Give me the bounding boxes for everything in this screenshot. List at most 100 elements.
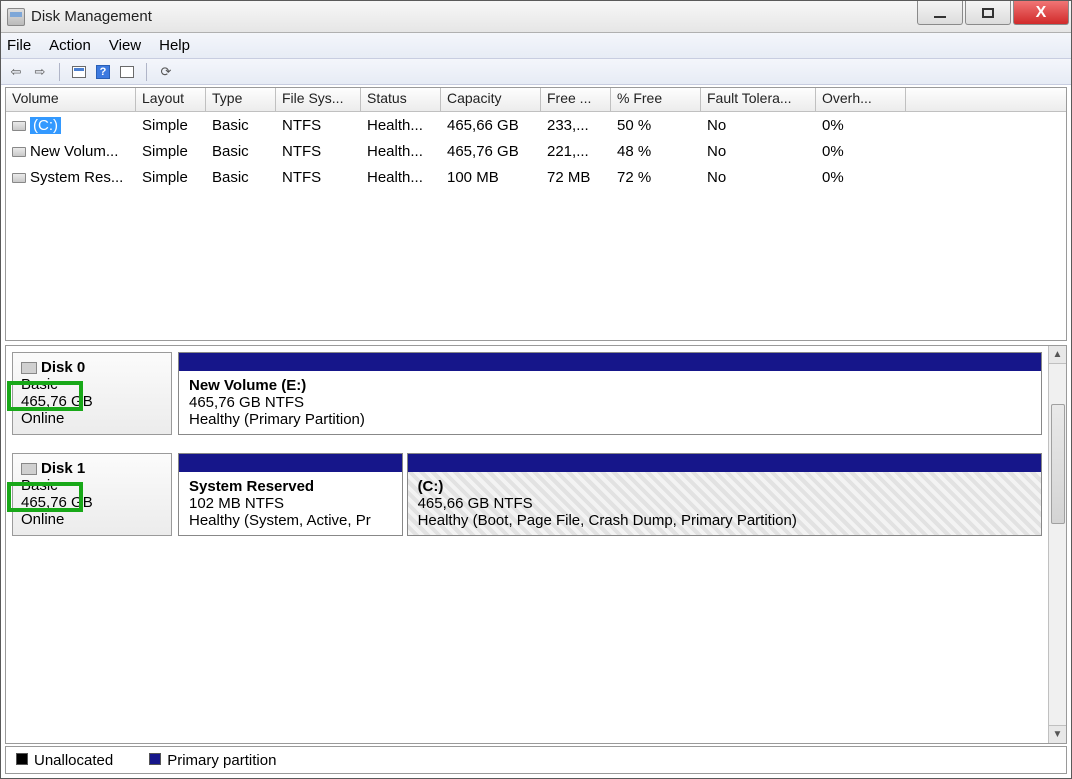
partition-area: New Volume (E:)465,76 GB NTFSHealthy (Pr…	[178, 352, 1042, 435]
cell-overhead: 0%	[816, 167, 906, 188]
partition-status: Healthy (Primary Partition)	[189, 411, 1031, 428]
menu-action[interactable]: Action	[49, 37, 91, 54]
cell-status: Health...	[361, 167, 441, 188]
disk-info[interactable]: Disk 0Basic465,76 GBOnline	[12, 352, 172, 435]
partition-status: Healthy (System, Active, Pr	[189, 512, 392, 529]
disk-type: Basic	[21, 477, 163, 494]
volume-icon	[12, 173, 26, 183]
box-icon	[120, 66, 134, 78]
close-button[interactable]: X	[1013, 1, 1069, 25]
volume-icon	[12, 121, 26, 131]
cell-volume: System Res...	[6, 167, 136, 188]
disk-info[interactable]: Disk 1Basic465,76 GBOnline	[12, 453, 172, 536]
cell-filesys: NTFS	[276, 167, 361, 188]
hdd-icon	[21, 362, 37, 374]
partition-color-bar	[408, 454, 1041, 472]
cell-fault: No	[701, 167, 816, 188]
settings-button[interactable]	[118, 63, 136, 81]
disk-type: Basic	[21, 376, 163, 393]
toolbar: ⇦ ⇨ ? ⟳	[1, 59, 1071, 85]
volume-rows: (C:)SimpleBasicNTFSHealth...465,66 GB233…	[6, 112, 1066, 190]
minimize-button[interactable]	[917, 1, 963, 25]
partition[interactable]: System Reserved102 MB NTFSHealthy (Syste…	[178, 453, 403, 536]
partition-title: New Volume (E:)	[189, 377, 1031, 394]
cell-capacity: 100 MB	[441, 167, 541, 188]
partition-status: Healthy (Boot, Page File, Crash Dump, Pr…	[418, 512, 1031, 529]
cell-volume: (C:)	[6, 115, 136, 136]
toolbar-separator	[146, 63, 147, 81]
forward-button[interactable]: ⇨	[31, 63, 49, 81]
col-overhead[interactable]: Overh...	[816, 88, 906, 111]
cell-capacity: 465,66 GB	[441, 115, 541, 136]
scroll-thumb[interactable]	[1051, 404, 1065, 524]
partition-area: System Reserved102 MB NTFSHealthy (Syste…	[178, 453, 1042, 536]
disk-block: Disk 1Basic465,76 GBOnlineSystem Reserve…	[12, 453, 1042, 536]
cell-filesys: NTFS	[276, 115, 361, 136]
disk-management-window: Disk Management X File Action View Help …	[0, 0, 1072, 779]
properties-button[interactable]	[70, 63, 88, 81]
cell-capacity: 465,76 GB	[441, 141, 541, 162]
box-icon	[72, 66, 86, 78]
partition-size: 465,76 GB NTFS	[189, 394, 1031, 411]
disk-blocks: Disk 0Basic465,76 GBOnlineNew Volume (E:…	[6, 346, 1048, 743]
cell-free: 233,...	[541, 115, 611, 136]
menubar: File Action View Help	[1, 33, 1071, 59]
col-volume[interactable]: Volume	[6, 88, 136, 111]
legend-pane: Unallocated Primary partition	[5, 746, 1067, 774]
disk-size: 465,76 GB	[21, 494, 163, 511]
menu-view[interactable]: View	[109, 37, 141, 54]
cell-type: Basic	[206, 167, 276, 188]
col-status[interactable]: Status	[361, 88, 441, 111]
disk-name: Disk 1	[21, 460, 163, 477]
vertical-scrollbar[interactable]: ▲ ▼	[1048, 346, 1066, 743]
swatch-unallocated-icon	[16, 753, 28, 765]
volume-name: (C:)	[30, 117, 61, 134]
partition-color-bar	[179, 454, 402, 472]
toolbar-separator	[59, 63, 60, 81]
legend-unallocated: Unallocated	[16, 752, 131, 769]
cell-layout: Simple	[136, 115, 206, 136]
maximize-icon	[982, 8, 994, 18]
refresh-button[interactable]: ⟳	[157, 63, 175, 81]
partition-body: New Volume (E:)465,76 GB NTFSHealthy (Pr…	[179, 371, 1041, 434]
cell-status: Health...	[361, 115, 441, 136]
disk-state: Online	[21, 511, 163, 528]
minimize-icon	[934, 16, 946, 18]
col-filesys[interactable]: File Sys...	[276, 88, 361, 111]
partition[interactable]: (C:)465,66 GB NTFSHealthy (Boot, Page Fi…	[407, 453, 1042, 536]
cell-overhead: 0%	[816, 141, 906, 162]
partition-size: 102 MB NTFS	[189, 495, 392, 512]
maximize-button[interactable]	[965, 1, 1011, 25]
graphical-pane: Disk 0Basic465,76 GBOnlineNew Volume (E:…	[5, 345, 1067, 744]
disk-size: 465,76 GB	[21, 393, 163, 410]
disk-block: Disk 0Basic465,76 GBOnlineNew Volume (E:…	[12, 352, 1042, 435]
menu-help[interactable]: Help	[159, 37, 190, 54]
titlebar: Disk Management X	[1, 1, 1071, 33]
col-layout[interactable]: Layout	[136, 88, 206, 111]
cell-pfree: 48 %	[611, 141, 701, 162]
volume-row[interactable]: System Res...SimpleBasicNTFSHealth...100…	[6, 164, 1066, 190]
scroll-up-icon[interactable]: ▲	[1049, 346, 1066, 364]
volume-list-pane: Volume Layout Type File Sys... Status Ca…	[5, 87, 1067, 341]
help-button[interactable]: ?	[94, 63, 112, 81]
volume-row[interactable]: (C:)SimpleBasicNTFSHealth...465,66 GB233…	[6, 112, 1066, 138]
volume-name: New Volum...	[30, 143, 118, 160]
col-capacity[interactable]: Capacity	[441, 88, 541, 111]
volume-row[interactable]: New Volum...SimpleBasicNTFSHealth...465,…	[6, 138, 1066, 164]
col-free[interactable]: Free ...	[541, 88, 611, 111]
scroll-down-icon[interactable]: ▼	[1049, 725, 1066, 743]
partition[interactable]: New Volume (E:)465,76 GB NTFSHealthy (Pr…	[178, 352, 1042, 435]
legend-primary: Primary partition	[149, 752, 294, 769]
cell-fault: No	[701, 141, 816, 162]
back-button[interactable]: ⇦	[7, 63, 25, 81]
cell-layout: Simple	[136, 167, 206, 188]
menu-file[interactable]: File	[7, 37, 31, 54]
legend-unallocated-label: Unallocated	[34, 752, 113, 769]
partition-body: (C:)465,66 GB NTFSHealthy (Boot, Page Fi…	[408, 472, 1041, 535]
col-fault[interactable]: Fault Tolera...	[701, 88, 816, 111]
cell-layout: Simple	[136, 141, 206, 162]
col-pfree[interactable]: % Free	[611, 88, 701, 111]
help-icon: ?	[96, 65, 110, 79]
col-type[interactable]: Type	[206, 88, 276, 111]
cell-free: 72 MB	[541, 167, 611, 188]
